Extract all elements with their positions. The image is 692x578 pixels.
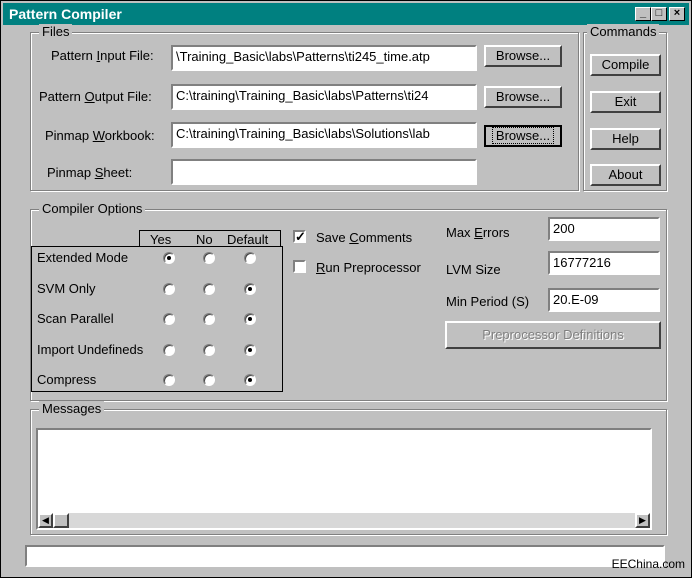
radio-yes[interactable] <box>163 343 175 356</box>
commands-legend: Commands <box>587 24 660 39</box>
browse-input-button[interactable]: Browse... <box>484 45 562 67</box>
lvm-size-label: LVM Size <box>446 262 501 277</box>
messages-legend: Messages <box>39 401 105 416</box>
run-preprocessor-checkbox[interactable] <box>293 260 306 273</box>
radio-yes[interactable] <box>163 252 175 264</box>
radio-yes[interactable] <box>163 374 175 386</box>
min-period-field[interactable]: 20.E-09 <box>548 288 660 312</box>
pattern-output-label: Pattern Output File: <box>39 89 152 104</box>
max-errors-field[interactable]: 200 <box>548 217 660 241</box>
browse-workbook-button[interactable]: Browse... <box>484 125 562 147</box>
option-row-label: Compress <box>37 372 97 387</box>
close-button[interactable]: × <box>669 7 685 21</box>
pinmap-workbook-field[interactable]: C:\training\Training_Basic\labs\Solution… <box>171 122 477 148</box>
minimize-button[interactable]: _ <box>635 7 651 21</box>
pattern-compiler-window: Pattern Compiler _ □ × Files Pattern Inp… <box>0 0 692 578</box>
save-comments-label: Save Comments <box>316 230 413 245</box>
about-button[interactable]: About <box>590 164 661 186</box>
radio-yes[interactable] <box>163 313 175 325</box>
option-row-label: Scan Parallel <box>37 311 114 326</box>
help-button[interactable]: Help <box>590 128 661 150</box>
watermark: EEChina.com <box>611 557 685 571</box>
pattern-input-field[interactable]: \Training_Basic\labs\Patterns\ti245_time… <box>171 45 477 71</box>
radio-default[interactable] <box>244 282 256 295</box>
radio-default[interactable] <box>244 374 256 386</box>
option-row-label: Extended Mode <box>37 250 129 265</box>
compiler-options-legend: Compiler Options <box>39 201 146 216</box>
messages-hscrollbar[interactable]: ◀ ▶ <box>38 513 650 528</box>
preprocessor-definitions-button[interactable]: Preprocessor Definitions <box>445 321 661 349</box>
col-yes-label: Yes <box>150 232 172 247</box>
scroll-right-icon[interactable]: ▶ <box>635 513 650 528</box>
compile-button[interactable]: Compile <box>590 54 661 76</box>
radio-no[interactable] <box>203 252 215 264</box>
option-row-label: SVM Only <box>37 280 96 296</box>
pinmap-sheet-label: Pinmap Sheet: <box>47 165 133 180</box>
lvm-size-field[interactable]: 16777216 <box>548 251 660 275</box>
radio-yes[interactable] <box>163 282 175 295</box>
radio-default[interactable] <box>244 252 256 264</box>
min-period-label: Min Period (S) <box>446 294 530 309</box>
max-errors-label: Max Errors <box>446 225 510 240</box>
radio-no[interactable] <box>203 343 215 356</box>
pattern-input-label: Pattern Input File: <box>51 48 154 63</box>
radio-no[interactable] <box>203 282 215 295</box>
browse-output-button[interactable]: Browse... <box>484 86 562 108</box>
run-preprocessor-label: Run Preprocessor <box>316 260 421 275</box>
radio-no[interactable] <box>203 313 215 325</box>
scroll-left-icon[interactable]: ◀ <box>38 513 53 528</box>
radio-default[interactable] <box>244 313 256 325</box>
files-legend: Files <box>39 24 73 39</box>
save-comments-checkbox[interactable]: ✓ <box>293 230 306 243</box>
window-title: Pattern Compiler <box>9 6 122 22</box>
pinmap-workbook-label: Pinmap Workbook: <box>45 128 155 143</box>
pinmap-sheet-field[interactable] <box>171 159 477 185</box>
title-bar: Pattern Compiler _ □ × <box>3 3 689 25</box>
maximize-button[interactable]: □ <box>651 7 667 21</box>
status-bar <box>25 545 665 567</box>
scroll-thumb[interactable] <box>53 513 69 528</box>
exit-button[interactable]: Exit <box>590 91 661 113</box>
radio-no[interactable] <box>203 374 215 386</box>
option-row-label: Import Undefineds <box>37 341 144 357</box>
pattern-output-field[interactable]: C:\training\Training_Basic\labs\Patterns… <box>171 84 477 110</box>
col-no-label: No <box>196 232 213 247</box>
radio-default[interactable] <box>244 343 256 356</box>
col-default-label: Default <box>227 232 269 247</box>
